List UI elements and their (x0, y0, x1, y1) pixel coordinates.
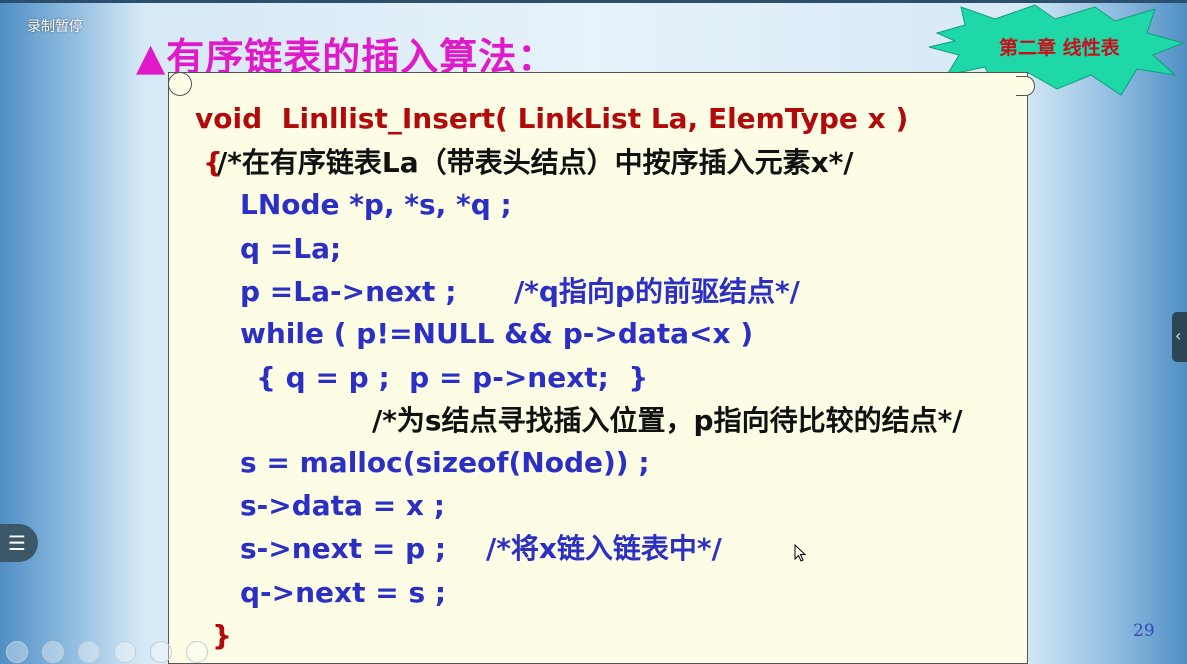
nav-dot[interactable] (78, 641, 100, 663)
list-icon: ☰ (8, 531, 26, 555)
code-line-declare: LNode *p, *s, *q ; (240, 188, 512, 221)
code-line-set-data: s->data = x ; (240, 489, 445, 522)
mouse-cursor-icon (794, 543, 807, 566)
nav-dot[interactable] (42, 641, 64, 663)
code-line-set-next: s->next = p ; (240, 532, 447, 565)
nav-dot[interactable] (186, 641, 208, 663)
side-panel-toggle[interactable]: ‹ (1172, 312, 1187, 362)
code-line-q-assign: q =La; (240, 232, 342, 265)
scroll-curl-right (1016, 76, 1035, 96)
code-line-close-brace: } (212, 619, 232, 652)
nav-dot[interactable] (6, 641, 28, 663)
code-comment-link: /*将x链入链表中*/ (486, 532, 722, 565)
chevron-left-icon: ‹ (1175, 326, 1182, 345)
code-line-p-assign: p =La->next ; (240, 275, 457, 308)
code-line-signature: void Linllist_Insert( LinkList La, ElemT… (195, 102, 909, 135)
page-number: 29 (1133, 621, 1155, 641)
code-comment-function: /*在有序链表La（带表头结点）中按序插入元素x*/ (217, 146, 854, 179)
code-line-malloc: s = malloc(sizeof(Node)) ; (240, 446, 650, 479)
code-comment-predecessor: /*q指向p的前驱结点*/ (514, 275, 800, 308)
code-line-loop-body: { q = p ; p = p->next; } (256, 361, 649, 394)
chapter-badge-label: 第二章 线性表 (999, 37, 1120, 59)
nav-dot[interactable] (150, 641, 172, 663)
recording-status-label[interactable]: 录制暂停 (27, 16, 83, 36)
code-comment-search: /*为s结点寻找插入位置，p指向待比较的结点*/ (372, 404, 963, 437)
nav-dot[interactable] (114, 641, 136, 663)
code-line-q-next: q->next = s ; (240, 576, 447, 609)
menu-button[interactable]: ☰ (0, 524, 38, 562)
code-line-while: while ( p!=NULL && p->data<x ) (240, 317, 754, 350)
scroll-curl-left (168, 72, 192, 96)
